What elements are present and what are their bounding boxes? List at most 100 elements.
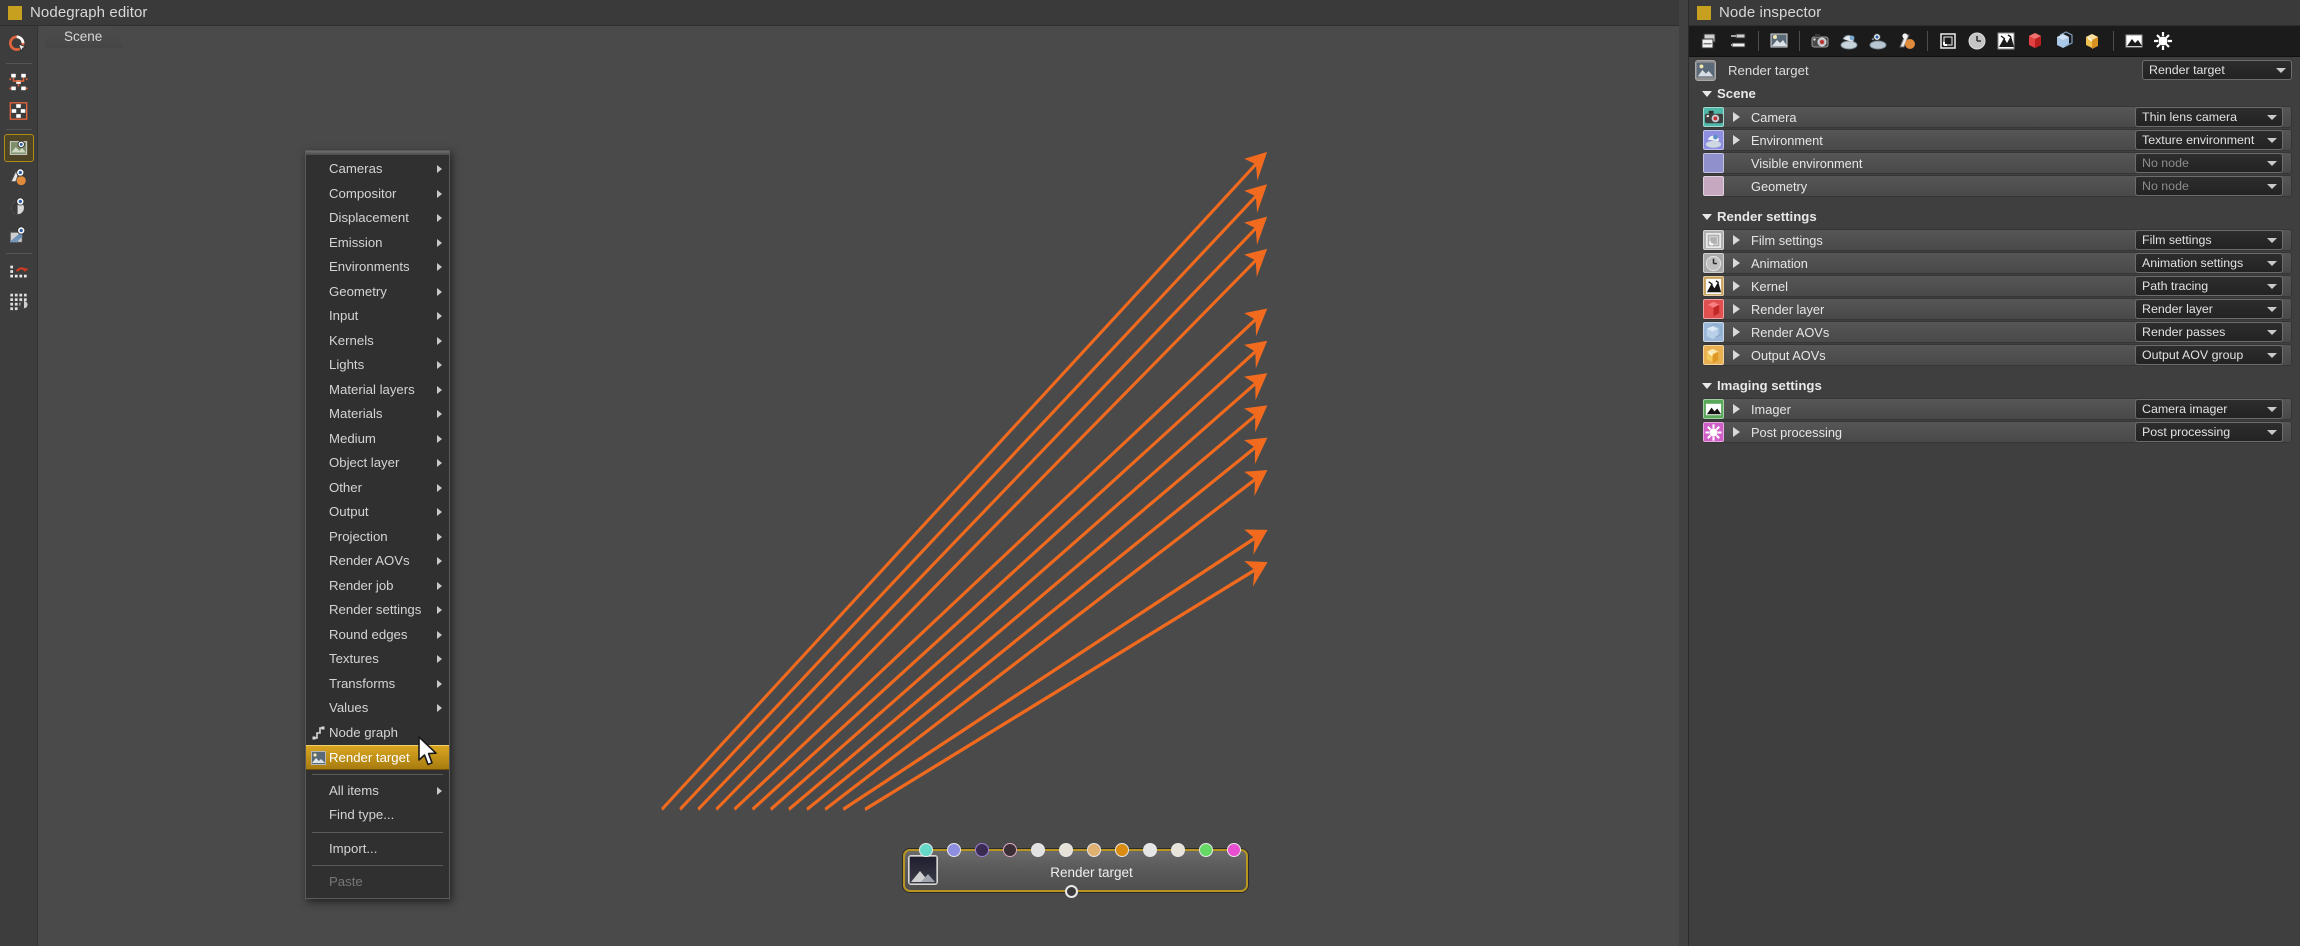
output-aovs-port[interactable] [1171, 843, 1185, 857]
property-value-combo[interactable]: Render layer [2135, 299, 2283, 319]
property-row-environment[interactable]: Environment Texture environment [1703, 129, 2292, 151]
expand-triangle-icon[interactable] [1733, 304, 1740, 314]
imager-button[interactable] [2120, 28, 2148, 54]
layout-horizontal-tool-button[interactable] [4, 68, 34, 96]
inspector-node-type-combo[interactable]: Render target [2142, 60, 2292, 80]
property-value-combo[interactable]: No node [2135, 176, 2283, 196]
context-menu-item-environments[interactable]: Environments [306, 255, 449, 280]
property-row-output-aovs[interactable]: Output AOVs Output AOV group [1703, 344, 2292, 366]
geometry-preview-tool-button[interactable] [4, 192, 34, 220]
context-menu-item-all-items[interactable]: All items [306, 779, 449, 804]
context-menu-item-transforms[interactable]: Transforms [306, 672, 449, 697]
context-menu-item-kernels[interactable]: Kernels [306, 329, 449, 354]
context-menu-item-render-job[interactable]: Render job [306, 574, 449, 599]
expand-triangle-icon[interactable] [1733, 112, 1740, 122]
context-menu-item-material-layers[interactable]: Material layers [306, 378, 449, 403]
property-value-combo[interactable]: Animation settings [2135, 253, 2283, 273]
film-settings-button[interactable] [1934, 28, 1962, 54]
expand-triangle-icon[interactable] [1733, 404, 1740, 414]
post-processing-port[interactable] [1227, 843, 1241, 857]
camera-port[interactable] [919, 843, 933, 857]
render-target-button[interactable] [1765, 28, 1793, 54]
context-menu-item-render-settings[interactable]: Render settings [306, 598, 449, 623]
material-button[interactable] [1893, 28, 1921, 54]
context-menu-item-find-type[interactable]: Find type... [306, 803, 449, 828]
inspector-group-imaging-settings[interactable]: Imaging settings [1689, 375, 2300, 397]
context-menu-item-lights[interactable]: Lights [306, 353, 449, 378]
visible-environment-port[interactable] [975, 843, 989, 857]
context-menu-item-emission[interactable]: Emission [306, 231, 449, 256]
context-menu-item-other[interactable]: Other [306, 476, 449, 501]
expand-triangle-icon[interactable] [1733, 135, 1740, 145]
property-row-animation[interactable]: Animation Animation settings [1703, 252, 2292, 274]
property-value-combo[interactable]: Output AOV group [2135, 345, 2283, 365]
context-menu-scroll-up[interactable] [306, 151, 449, 155]
render-aovs-button[interactable] [2050, 28, 2078, 54]
layout-vertical-tool-button[interactable] [4, 97, 34, 125]
grid-tool-button[interactable] [4, 287, 34, 315]
expand-triangle-icon[interactable] [1733, 235, 1740, 245]
property-row-render-layer[interactable]: Render layer Render layer [1703, 298, 2292, 320]
context-menu-item-cameras[interactable]: Cameras [306, 157, 449, 182]
context-menu-item-projection[interactable]: Projection [306, 525, 449, 550]
context-menu-item-compositor[interactable]: Compositor [306, 182, 449, 207]
property-row-camera[interactable]: Camera Thin lens camera [1703, 106, 2292, 128]
property-value-combo[interactable]: No node [2135, 153, 2283, 173]
context-menu-item-materials[interactable]: Materials [306, 402, 449, 427]
texture-preview-tool-button[interactable] [4, 221, 34, 249]
kernel-port[interactable] [1087, 843, 1101, 857]
context-menu-item-geometry[interactable]: Geometry [306, 280, 449, 305]
context-menu-item-object-layer[interactable]: Object layer [306, 451, 449, 476]
node-output-port[interactable] [1065, 885, 1078, 898]
property-row-render-aovs[interactable]: Render AOVs Render passes [1703, 321, 2292, 343]
film-settings-port[interactable] [1031, 843, 1045, 857]
environment-port[interactable] [947, 843, 961, 857]
property-value-combo[interactable]: Render passes [2135, 322, 2283, 342]
visible-environment-button[interactable] [1864, 28, 1892, 54]
animation-port[interactable] [1059, 843, 1073, 857]
context-menu-item-textures[interactable]: Textures [306, 647, 449, 672]
camera-button[interactable] [1806, 28, 1834, 54]
context-menu-item-render-aovs[interactable]: Render AOVs [306, 549, 449, 574]
render-target-node[interactable]: Render target [903, 843, 1248, 898]
nodegraph-canvas[interactable]: Render target [38, 48, 1679, 946]
environment-button[interactable] [1835, 28, 1863, 54]
node-create-context-menu[interactable]: Cameras Compositor Displacement Emission Env… [305, 150, 450, 899]
tab-scene[interactable]: Scene [46, 26, 125, 48]
property-row-imager[interactable]: Imager Camera imager [1703, 398, 2292, 420]
context-menu-item-import[interactable]: Import... [306, 837, 449, 862]
render-aovs-port[interactable] [1143, 843, 1157, 857]
property-value-combo[interactable]: Path tracing [2135, 276, 2283, 296]
context-menu-item-input[interactable]: Input [306, 304, 449, 329]
post-processing-button[interactable] [2149, 28, 2177, 54]
render-target-tool-button[interactable] [3, 134, 34, 162]
context-menu-item-values[interactable]: Values [306, 696, 449, 721]
property-value-combo[interactable]: Post processing [2135, 422, 2283, 442]
output-aovs-button[interactable] [2079, 28, 2107, 54]
context-menu-item-displacement[interactable]: Displacement [306, 206, 449, 231]
material-preview-tool-button[interactable] [4, 163, 34, 191]
expand-triangle-icon[interactable] [1733, 281, 1740, 291]
expand-triangle-icon[interactable] [1733, 350, 1740, 360]
expand-triangle-icon[interactable] [1733, 427, 1740, 437]
property-row-kernel[interactable]: Kernel Path tracing [1703, 275, 2292, 297]
imager-port[interactable] [1199, 843, 1213, 857]
property-row-geometry[interactable]: Geometry No node [1703, 175, 2292, 197]
snap-tool-button[interactable] [4, 258, 34, 286]
context-menu-item-output[interactable]: Output [306, 500, 449, 525]
new-node-button[interactable] [1695, 28, 1723, 54]
kernel-button[interactable] [1992, 28, 2020, 54]
context-menu-item-round-edges[interactable]: Round edges [306, 623, 449, 648]
context-menu-item-medium[interactable]: Medium [306, 427, 449, 452]
inspector-group-scene[interactable]: Scene [1689, 83, 2300, 105]
property-value-combo[interactable]: Texture environment [2135, 130, 2283, 150]
property-row-film-settings[interactable]: Film settings Film settings [1703, 229, 2292, 251]
inspector-group-render-settings[interactable]: Render settings [1689, 206, 2300, 228]
animation-button[interactable] [1963, 28, 1991, 54]
expand-triangle-icon[interactable] [1733, 258, 1740, 268]
expand-triangle-icon[interactable] [1733, 327, 1740, 337]
render-layer-button[interactable] [2021, 28, 2049, 54]
property-value-combo[interactable]: Thin lens camera [2135, 107, 2283, 127]
align-nodes-button[interactable] [1724, 28, 1752, 54]
property-row-post-processing[interactable]: Post processing Post processing [1703, 421, 2292, 443]
